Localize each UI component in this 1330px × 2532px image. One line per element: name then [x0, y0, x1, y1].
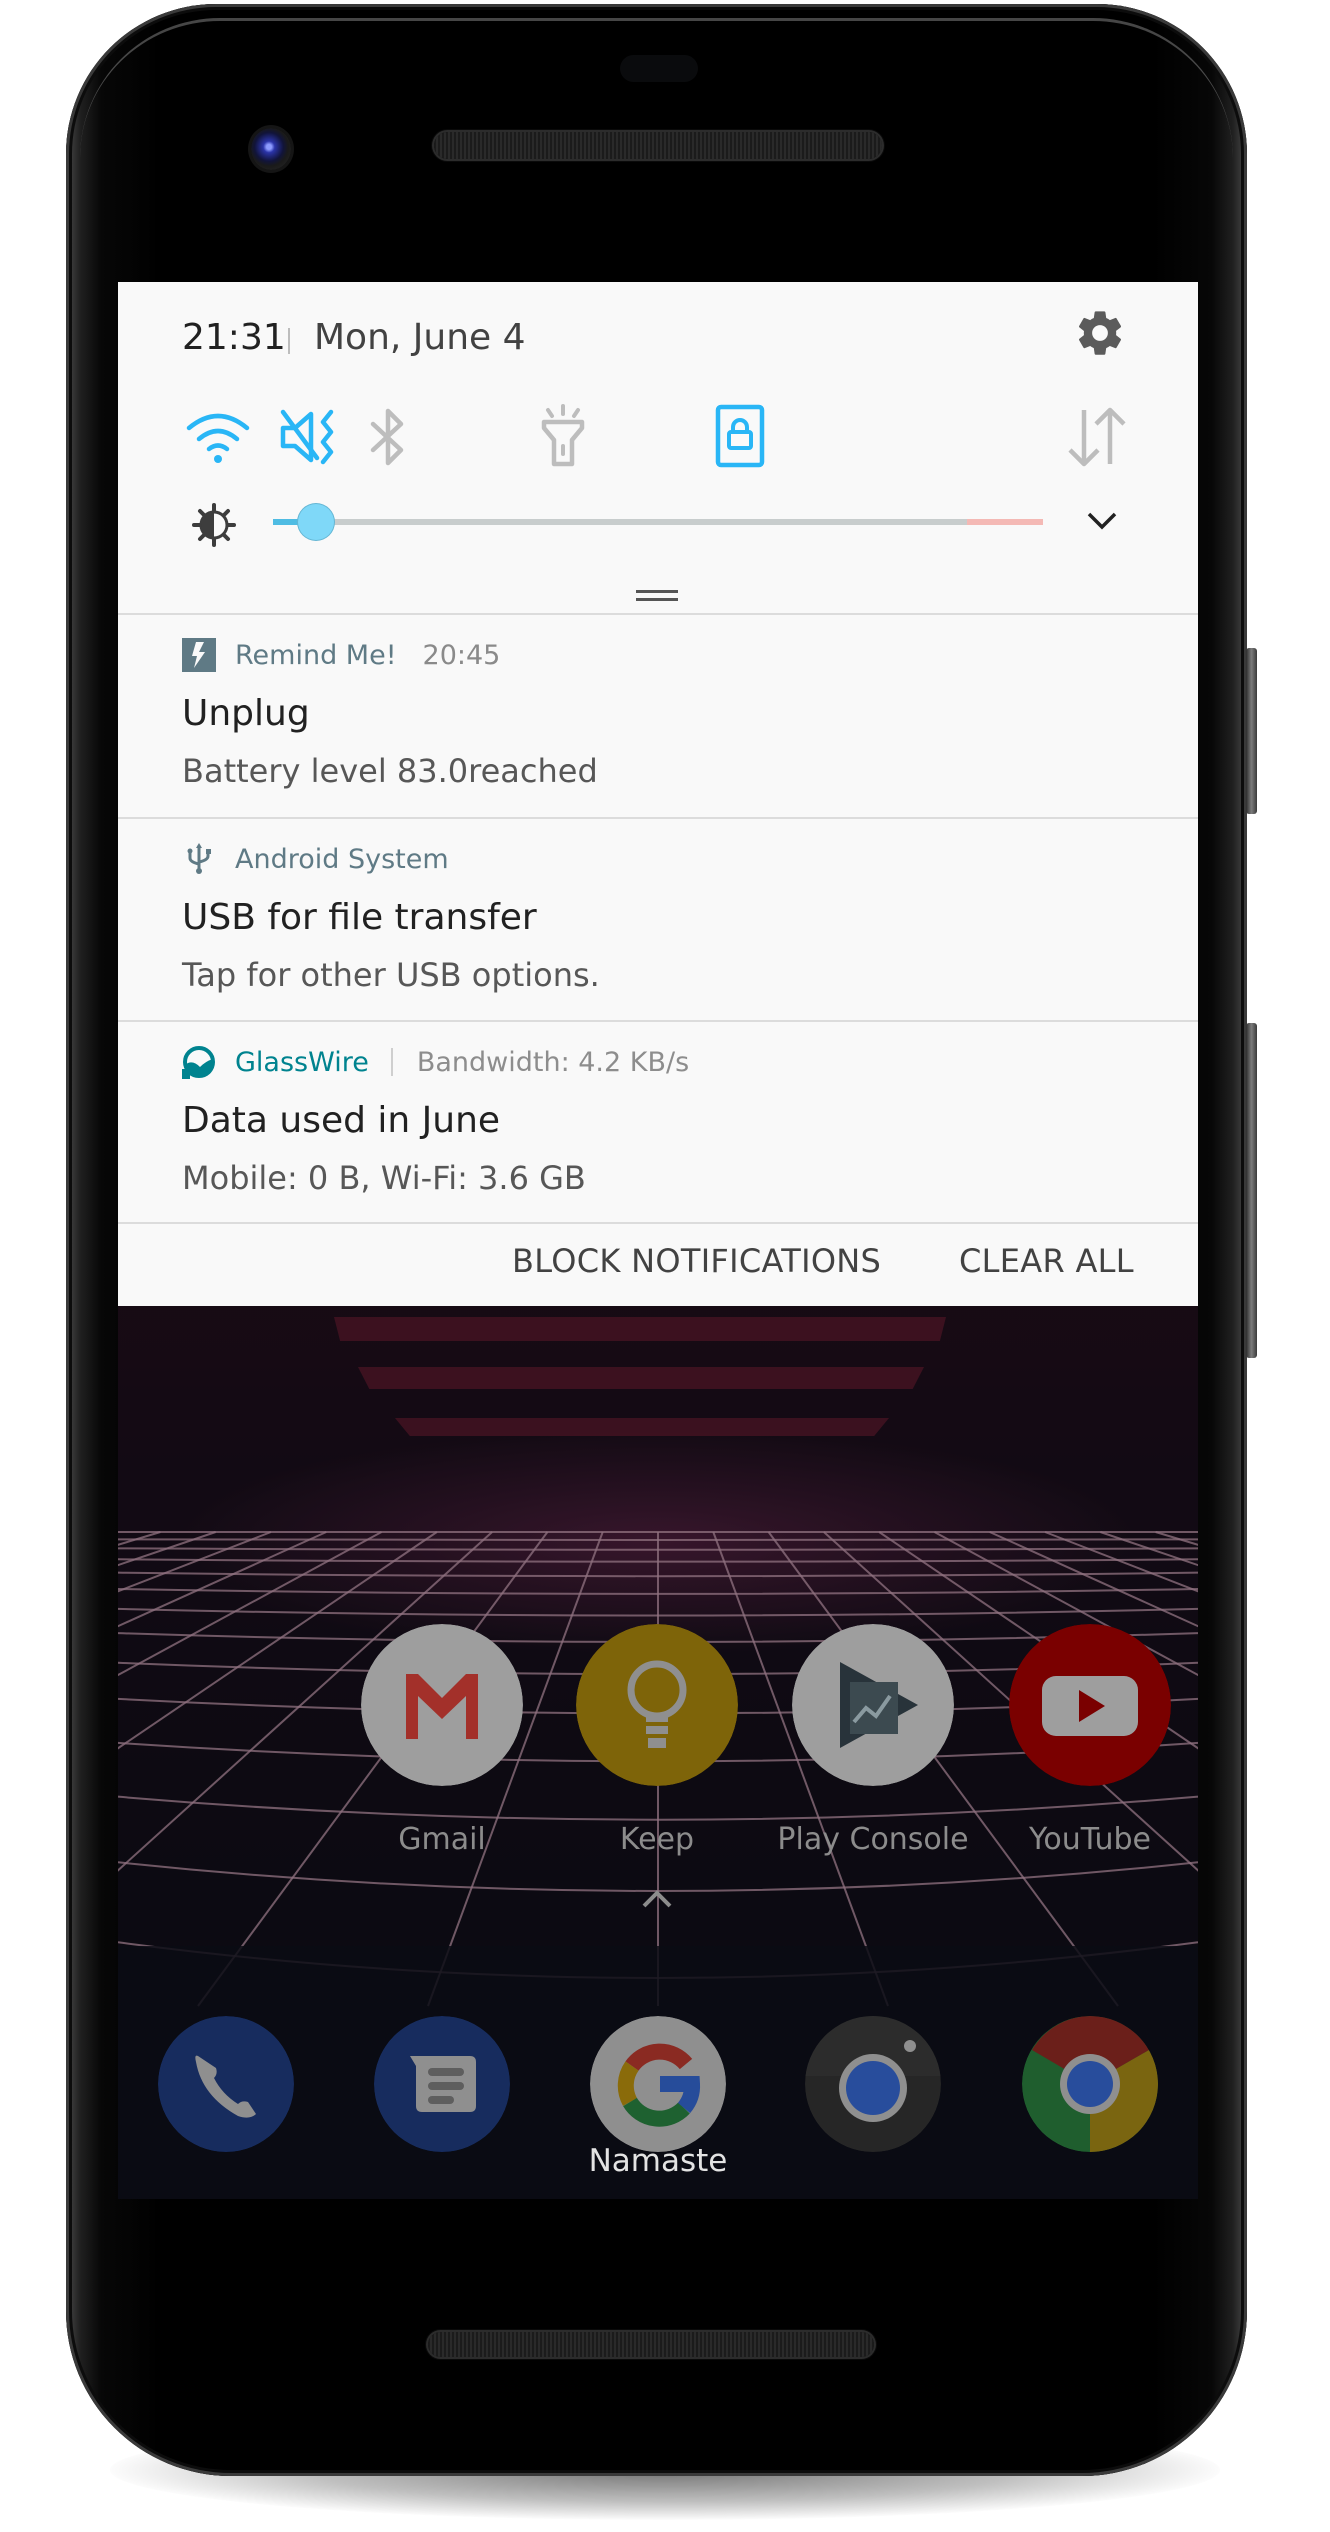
brightness-slider-track[interactable] [273, 519, 1043, 525]
notification-title: USB for file transfer [182, 897, 537, 938]
lightning-bolt-icon [182, 638, 216, 672]
vibrate-mute-icon [280, 409, 334, 465]
brightness-slider-thumb[interactable] [298, 504, 335, 540]
chevron-up-icon[interactable] [640, 1888, 674, 1910]
dock-chrome[interactable] [1022, 2016, 1158, 2152]
notification-time: 20:45 [422, 639, 501, 671]
header-separator [390, 1048, 393, 1076]
front-camera [251, 128, 291, 170]
qs-tile-flashlight[interactable] [528, 402, 598, 472]
qs-tile-rotation-lock[interactable] [705, 402, 775, 472]
camera-icon [805, 2016, 941, 2152]
notification-header: Android System [182, 839, 449, 879]
notification-glasswire[interactable]: GlassWire Bandwidth: 4.2 KB/s Data used … [118, 1022, 1198, 1225]
glasswire-icon [182, 1045, 216, 1079]
brightness-icon [192, 503, 236, 547]
mobile-data-icon [1068, 407, 1126, 467]
app-name: GlassWire [235, 1046, 369, 1078]
earpiece-speaker [434, 132, 882, 159]
app-label-play-console: Play Console [777, 1822, 969, 1857]
google-icon [590, 2016, 726, 2152]
app-label-gmail: Gmail [398, 1822, 486, 1857]
dock-camera[interactable] [805, 2016, 941, 2152]
app-icon-keep[interactable] [576, 1624, 738, 1786]
notification-body: Battery level 83.0reached [182, 752, 598, 790]
app-label-youtube: YouTube [1029, 1822, 1151, 1857]
messages-icon [374, 2016, 510, 2152]
notification-title: Unplug [182, 693, 310, 734]
dock-phone[interactable] [158, 2016, 294, 2152]
clear-all-button[interactable]: CLEAR ALL [959, 1236, 1134, 1286]
app-icon-youtube[interactable] [1009, 1624, 1171, 1786]
notification-header: GlassWire Bandwidth: 4.2 KB/s [182, 1042, 689, 1082]
chevron-down-icon[interactable] [1084, 505, 1120, 535]
notification-title: Data used in June [182, 1100, 501, 1141]
status-date: Mon, June 4 [314, 317, 526, 358]
gmail-icon [361, 1624, 523, 1786]
bluetooth-icon [370, 408, 404, 466]
qs-tile-sound[interactable] [275, 402, 345, 472]
qs-tile-bluetooth[interactable] [353, 402, 423, 472]
notification-header: Remind Me! 20:45 [182, 635, 500, 675]
divider [118, 1222, 1198, 1224]
notification-body: Mobile: 0 B, Wi-Fi: 3.6 GB [182, 1159, 586, 1197]
app-icon-gmail[interactable] [361, 1624, 523, 1786]
dock-messages[interactable] [374, 2016, 510, 2152]
status-time: 21:31 [182, 317, 286, 358]
time-date-separator [288, 328, 290, 354]
screen: Gmail Keep Play Console YouTube Namaste … [118, 282, 1198, 2199]
dock-google[interactable] [590, 2016, 726, 2152]
rotation-lock-icon [715, 404, 765, 468]
app-label-keep: Keep [619, 1822, 695, 1857]
qs-tile-mobile-data[interactable] [1062, 402, 1132, 472]
gear-icon[interactable] [1073, 306, 1127, 360]
brightness-high-zone [967, 519, 1043, 525]
keep-icon [576, 1624, 738, 1786]
usb-icon [182, 842, 216, 876]
play-console-icon [792, 1624, 954, 1786]
notification-shade: 21:31 Mon, June 4 Remind Me! 20:45 Unplu… [118, 282, 1198, 1306]
drag-handle[interactable] [636, 590, 678, 602]
notification-subtext: Bandwidth: 4.2 KB/s [416, 1046, 690, 1078]
app-icon-play-console[interactable] [792, 1624, 954, 1786]
wifi-icon [186, 413, 250, 463]
proximity-sensor [620, 55, 698, 82]
flashlight-icon [541, 404, 585, 467]
power-button[interactable] [1246, 648, 1257, 814]
notification-remind-me[interactable]: Remind Me! 20:45 Unplug Battery level 83… [118, 615, 1198, 818]
app-name: Remind Me! [235, 639, 397, 671]
youtube-icon [1009, 1624, 1171, 1786]
qs-tile-wifi[interactable] [183, 402, 253, 472]
block-notifications-button[interactable]: BLOCK NOTIFICATIONS [512, 1236, 881, 1286]
phone-icon [158, 2016, 294, 2152]
app-name: Android System [235, 843, 449, 875]
notification-body: Tap for other USB options. [182, 956, 600, 994]
notification-android-system[interactable]: Android System USB for file transfer Tap… [118, 819, 1198, 1022]
volume-rocker[interactable] [1246, 1023, 1257, 1358]
dock-label: Namaste [588, 2143, 728, 2179]
bottom-speaker [428, 2332, 874, 2357]
chrome-icon [1022, 2016, 1158, 2152]
